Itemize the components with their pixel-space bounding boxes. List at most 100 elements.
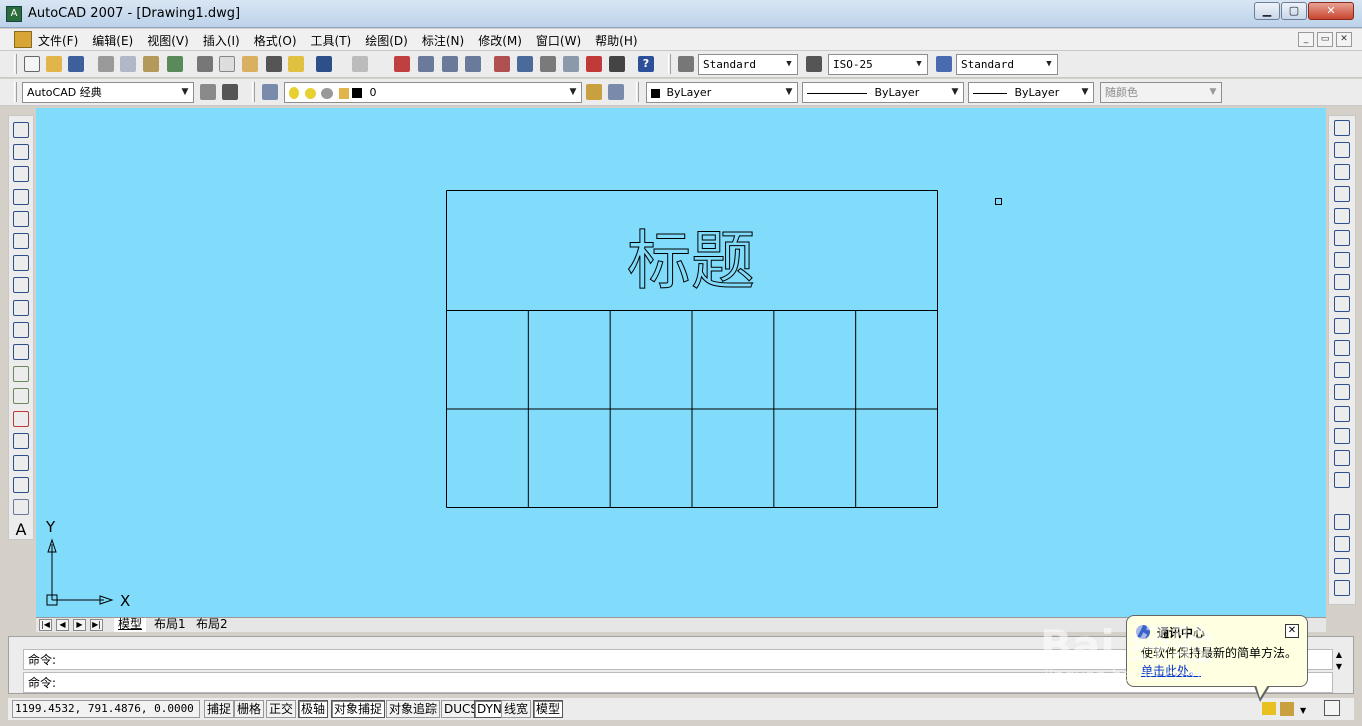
- dim-style-icon[interactable]: [806, 56, 822, 72]
- lineweight-control-select[interactable]: ByLayer ▼: [968, 82, 1094, 103]
- layer-select[interactable]: 0 ▼: [284, 82, 582, 103]
- command-scroll-up-button[interactable]: ▲: [1332, 650, 1346, 660]
- array-icon[interactable]: [1334, 208, 1350, 224]
- construction-line-icon[interactable]: [13, 144, 29, 161]
- menu-file[interactable]: 文件(F): [38, 32, 84, 49]
- tab-layout1[interactable]: 布局1: [150, 618, 190, 632]
- scale-icon[interactable]: [1334, 274, 1350, 290]
- coordinate-display[interactable]: 1199.4532, 791.4876, 0.0000: [12, 700, 200, 718]
- toolbar-grip[interactable]: [668, 54, 671, 74]
- help-icon[interactable]: ?: [638, 56, 654, 72]
- paste-icon[interactable]: [242, 56, 258, 72]
- menu-draw[interactable]: 绘图(D): [365, 32, 414, 49]
- calculator-icon[interactable]: [609, 56, 625, 72]
- zoom-realtime-icon[interactable]: [418, 56, 434, 72]
- toolbar-grip[interactable]: [14, 54, 17, 74]
- minimize-button[interactable]: ▁: [1254, 2, 1280, 20]
- bring-to-front-icon[interactable]: [1334, 514, 1350, 530]
- break-icon[interactable]: [1334, 384, 1350, 400]
- spline-icon[interactable]: [13, 299, 29, 316]
- ortho-toggle[interactable]: 正交: [266, 700, 297, 718]
- lightbulb-icon[interactable]: [289, 87, 299, 99]
- zoom-previous-icon[interactable]: [465, 56, 481, 72]
- join-icon[interactable]: [1334, 406, 1350, 422]
- polyline-icon[interactable]: [13, 166, 29, 183]
- menu-window[interactable]: 窗口(W): [536, 32, 587, 49]
- 3d-dwf-icon[interactable]: [167, 56, 183, 72]
- send-under-icon[interactable]: [1334, 580, 1350, 596]
- line-icon[interactable]: [13, 122, 29, 138]
- model-space-toggle[interactable]: 模型: [533, 700, 564, 718]
- circle-icon[interactable]: [13, 255, 29, 272]
- extend-icon[interactable]: [1334, 340, 1350, 356]
- menu-tools[interactable]: 工具(T): [311, 32, 358, 49]
- maximize-button[interactable]: ▢: [1281, 2, 1307, 20]
- design-center-icon[interactable]: [517, 56, 533, 72]
- undo-icon[interactable]: [316, 56, 332, 72]
- lock-toolbar-icon[interactable]: [1280, 702, 1294, 716]
- send-to-back-icon[interactable]: [1334, 536, 1350, 552]
- sheet-set-icon[interactable]: [563, 56, 579, 72]
- color-control-select[interactable]: ByLayer ▼: [646, 82, 798, 103]
- print-icon[interactable]: [98, 56, 114, 72]
- tool-palettes-icon[interactable]: [540, 56, 556, 72]
- tab-prev-button[interactable]: ◀: [56, 619, 69, 631]
- arc-icon[interactable]: [13, 233, 29, 249]
- layer-manager-icon[interactable]: [262, 84, 278, 100]
- markup-icon[interactable]: [586, 56, 602, 72]
- chamfer-icon[interactable]: [1334, 428, 1350, 444]
- tab-model[interactable]: 模型: [114, 618, 147, 632]
- cut-icon[interactable]: [197, 56, 213, 72]
- layer-previous-icon[interactable]: [608, 84, 624, 100]
- pan-icon[interactable]: [394, 56, 410, 72]
- command-scroll-down-button[interactable]: ▼: [1332, 662, 1346, 672]
- revision-cloud-icon[interactable]: [13, 277, 29, 294]
- copy-icon[interactable]: [219, 56, 235, 72]
- match-properties-icon[interactable]: [266, 56, 282, 72]
- lineweight-toggle[interactable]: 线宽: [501, 700, 532, 718]
- rectangle-icon[interactable]: [13, 210, 29, 227]
- toolbar-grip[interactable]: [14, 82, 17, 102]
- workspace-settings-icon[interactable]: [200, 84, 216, 100]
- tab-last-button[interactable]: ▶|: [90, 619, 103, 631]
- rotate-icon[interactable]: [1334, 252, 1350, 268]
- gradient-icon[interactable]: [13, 455, 29, 471]
- multiline-text-icon[interactable]: A: [13, 521, 29, 538]
- ellipse-icon[interactable]: [13, 321, 29, 338]
- workspace-save-icon[interactable]: [222, 84, 238, 100]
- sun-icon[interactable]: [304, 87, 316, 99]
- grid-toggle[interactable]: 栅格: [234, 700, 265, 718]
- menu-view[interactable]: 视图(V): [147, 32, 195, 49]
- toolbar-grip[interactable]: [252, 82, 255, 102]
- mirror-icon[interactable]: [1334, 164, 1350, 180]
- doc-close-button[interactable]: ✕: [1336, 32, 1352, 47]
- break-at-point-icon[interactable]: [1334, 362, 1350, 378]
- publish-icon[interactable]: [143, 56, 159, 72]
- save-icon[interactable]: [68, 56, 84, 72]
- polygon-icon[interactable]: [13, 188, 29, 205]
- doc-minimize-button[interactable]: _: [1298, 32, 1314, 47]
- move-icon[interactable]: [1334, 230, 1350, 246]
- table-style-select[interactable]: Standard ▼: [956, 54, 1058, 75]
- insert-block-icon[interactable]: [13, 366, 29, 383]
- menu-modify[interactable]: 修改(M): [478, 32, 528, 49]
- doc-restore-button[interactable]: ▭: [1317, 32, 1333, 47]
- tab-layout2[interactable]: 布局2: [192, 618, 232, 632]
- print-preview-icon[interactable]: [120, 56, 136, 72]
- warning-icon[interactable]: [1262, 702, 1276, 715]
- toolbar-grip[interactable]: [636, 82, 639, 102]
- workspace-select[interactable]: AutoCAD 经典 ▼: [22, 82, 194, 103]
- otrack-toggle[interactable]: 对象追踪: [386, 700, 441, 718]
- table-icon[interactable]: [13, 499, 29, 516]
- polar-toggle[interactable]: 极轴: [298, 700, 329, 718]
- drawing-area[interactable]: 标题 Y X: [36, 108, 1326, 617]
- make-object-layer-current-icon[interactable]: [586, 84, 602, 100]
- point-icon[interactable]: [13, 410, 29, 427]
- erase-icon[interactable]: [1334, 120, 1350, 136]
- fillet-icon[interactable]: [1334, 450, 1350, 466]
- document-menu-icon[interactable]: [14, 31, 32, 48]
- new-file-icon[interactable]: [24, 56, 40, 72]
- explode-icon[interactable]: [1334, 472, 1350, 488]
- copy-object-icon[interactable]: [1334, 142, 1350, 158]
- properties-icon[interactable]: [494, 56, 510, 72]
